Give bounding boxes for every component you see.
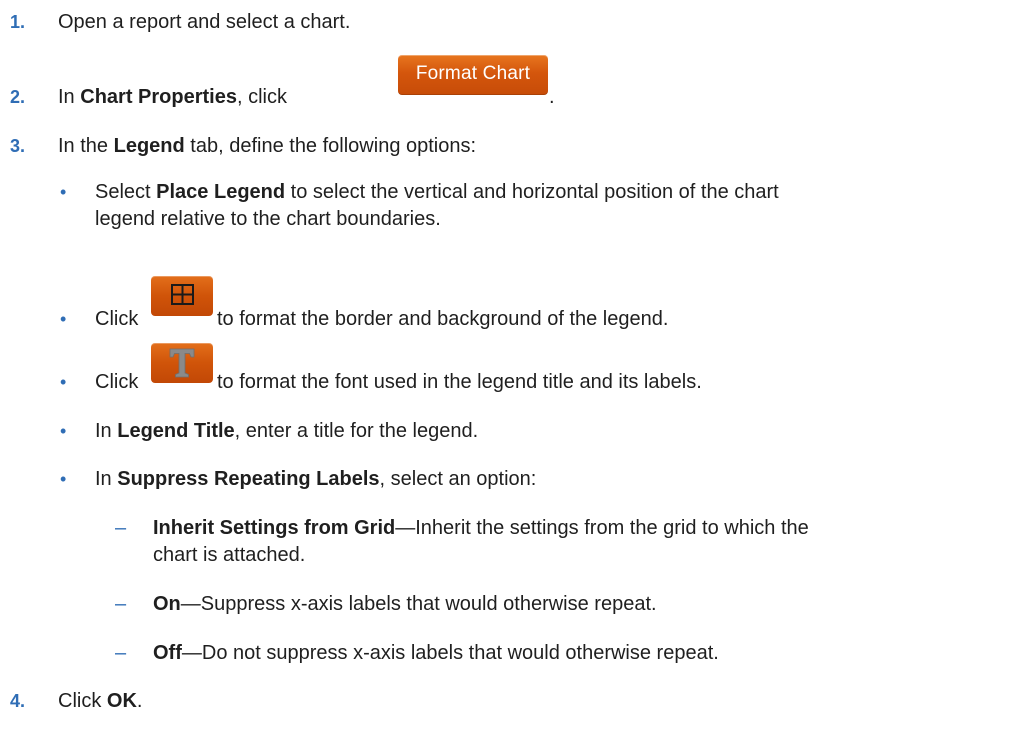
- option-text: Select Place Legend to select the vertic…: [95, 179, 779, 205]
- suboption-text: Inherit Settings from Grid—Inherit the s…: [153, 515, 809, 541]
- step-number: 3.: [10, 136, 26, 156]
- document: 1. Open a report and select a chart. 2. …: [0, 0, 1034, 729]
- ui-term: Legend Title: [117, 420, 235, 442]
- bullet-marker: •: [60, 372, 67, 392]
- option-rest: , select an option:: [379, 468, 537, 490]
- font-t-icon[interactable]: [151, 343, 213, 383]
- dash-marker: –: [115, 642, 127, 664]
- option-prefix: Select: [95, 181, 157, 203]
- step-text-prefix: In: [58, 86, 81, 108]
- step-number: 4.: [10, 691, 26, 711]
- option-rest: , enter a title for the legend.: [234, 420, 479, 442]
- option-prefix: Click: [95, 308, 139, 330]
- option-prefix: Click: [95, 371, 139, 393]
- option-rest: to format the border and background of t…: [217, 308, 669, 330]
- ui-term: Inherit Settings from Grid: [153, 517, 396, 539]
- ui-term: Legend: [113, 135, 185, 157]
- suboption-text: Off—Do not suppress x-axis labels that w…: [153, 640, 719, 666]
- suboption-rest: —Suppress x-axis labels that would other…: [180, 593, 657, 615]
- step-text: Open a report and select a chart.: [58, 11, 351, 33]
- step-number: 1.: [10, 12, 26, 32]
- option-prefix: In: [95, 468, 118, 490]
- option-text: In Suppress Repeating Labels, select an …: [95, 466, 536, 492]
- bullet-marker: •: [60, 469, 67, 489]
- step-text: In the Legend tab, define the following …: [58, 133, 476, 159]
- suboption-text-continued: chart is attached.: [153, 544, 306, 566]
- ui-term: Chart Properties: [80, 86, 237, 108]
- step-text-suffix: tab, define the following options:: [184, 135, 477, 157]
- suboption-rest: —Do not suppress x-axis labels that woul…: [181, 642, 719, 664]
- step-text-mid: , click: [236, 86, 287, 108]
- option-prefix: In: [95, 420, 118, 442]
- step-text-prefix: Click: [58, 690, 107, 712]
- ui-term: Off: [153, 642, 182, 664]
- dash-marker: –: [115, 593, 127, 615]
- ui-term: On: [153, 593, 181, 615]
- option-rest: to format the font used in the legend ti…: [217, 371, 702, 393]
- step-text: Click OK.: [58, 688, 142, 714]
- bullet-marker: •: [60, 182, 67, 202]
- step-number: 2.: [10, 87, 26, 107]
- suboption-text: On—Suppress x-axis labels that would oth…: [153, 591, 657, 617]
- format-chart-button[interactable]: Format Chart: [398, 55, 548, 95]
- border-grid-icon[interactable]: [151, 276, 213, 316]
- suboption-rest: —Inherit the settings from the grid to w…: [395, 517, 809, 539]
- ui-term: Place Legend: [156, 181, 286, 203]
- ui-term: OK: [106, 690, 137, 712]
- option-text: In Legend Title, enter a title for the l…: [95, 418, 478, 444]
- bullet-marker: •: [60, 309, 67, 329]
- ui-term: Suppress Repeating Labels: [117, 468, 380, 490]
- step-text: In Chart Properties, click: [58, 84, 287, 110]
- step-text-suffix: .: [136, 690, 143, 712]
- step-text-suffix: .: [549, 86, 555, 108]
- dash-marker: –: [115, 517, 127, 539]
- bullet-marker: •: [60, 421, 67, 441]
- option-text-continued: legend relative to the chart boundaries.: [95, 208, 441, 230]
- step-text-prefix: In the: [58, 135, 114, 157]
- option-rest: to select the vertical and horizontal po…: [285, 181, 779, 203]
